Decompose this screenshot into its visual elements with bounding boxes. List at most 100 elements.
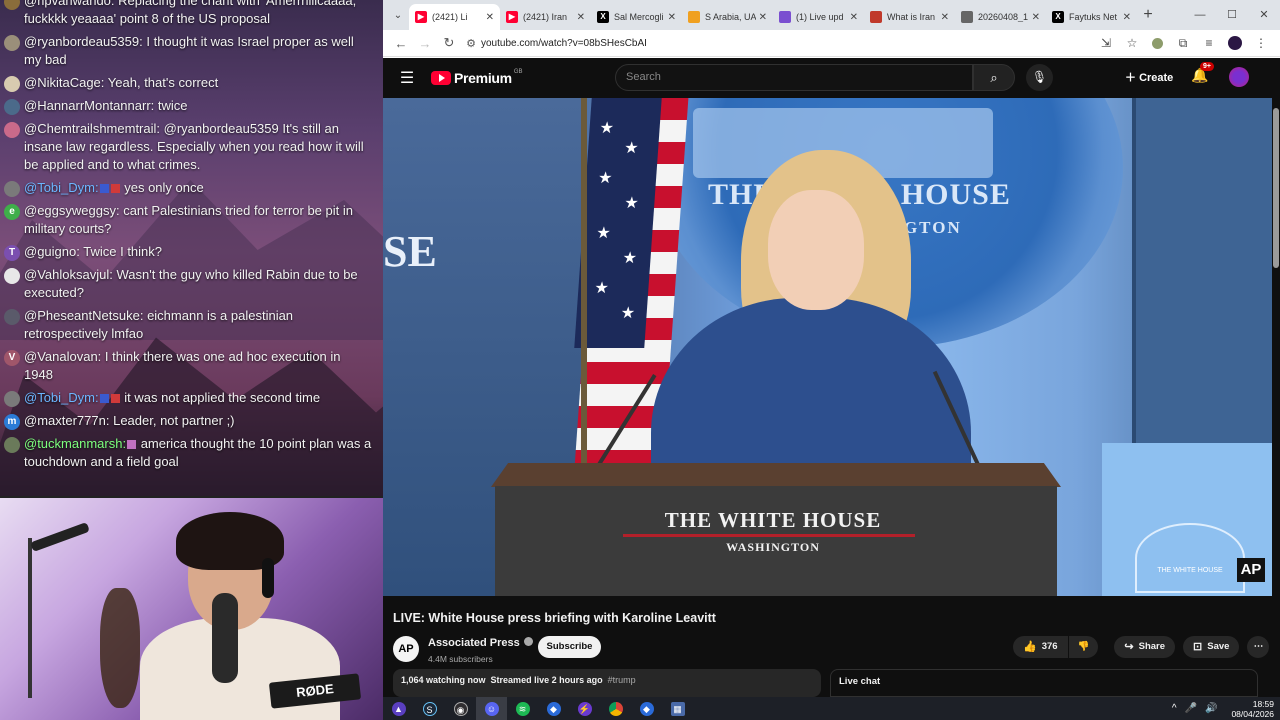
tab-close-icon[interactable]: ✕ [577, 12, 585, 23]
moderator-badge-icon [110, 394, 120, 404]
tab-close-icon[interactable]: ✕ [759, 12, 767, 23]
scrollbar-thumb[interactable] [1273, 108, 1279, 268]
browser-menu-icon[interactable]: ⋮ [1248, 36, 1274, 50]
like-button[interactable]: 👍 376 [1013, 636, 1068, 658]
video-player[interactable]: THE WHITE HOUSE WASHINGTON SE ★★ ★★ ★★ ★… [383, 98, 1272, 596]
account-avatar[interactable] [1229, 67, 1249, 87]
chat-username[interactable]: @tuckmanmarsh: [24, 436, 126, 451]
browser-tab[interactable]: X Sal Mercogli ✕ [591, 4, 682, 30]
chat-text: it was not applied the second time [124, 390, 321, 405]
search-button[interactable]: ⌕ [973, 64, 1015, 91]
browser-tab[interactable]: X Faytuks Net ✕ [1046, 4, 1137, 30]
new-tab-button[interactable]: + [1137, 6, 1159, 24]
chat-username[interactable]: @HannarrMontannarr: [24, 98, 154, 113]
url-field[interactable]: youtube.com/watch?v=08bSHesCbAI [481, 38, 1093, 49]
subscribe-button[interactable]: Subscribe [538, 636, 601, 658]
chrome-icon [608, 701, 623, 716]
install-app-icon[interactable]: ⇲ [1093, 36, 1119, 50]
browser-tab[interactable]: 20260408_1 ✕ [955, 4, 1046, 30]
reload-button[interactable]: ↻ [437, 35, 461, 51]
browser-tab[interactable]: ▶ (2421) Li ✕ [409, 4, 500, 30]
browser-tab[interactable]: ▶ (2421) Iran ✕ [500, 4, 591, 30]
tab-close-icon[interactable]: ✕ [941, 12, 949, 23]
browser-tab[interactable]: (1) Live upd ✕ [773, 4, 864, 30]
clock-date: 08/04/2026 [1231, 708, 1274, 719]
chat-avatar [4, 437, 20, 453]
tray-mic-icon[interactable]: 🎤 [1185, 703, 1197, 714]
share-button[interactable]: ↪ Share [1114, 636, 1176, 658]
tab-search-button[interactable]: ⌄ [387, 4, 409, 26]
taskbar-app-1[interactable]: ▲ [383, 697, 414, 720]
chat-username[interactable]: @maxter777n: [24, 413, 109, 428]
s-favicon-icon [688, 11, 700, 23]
chat-username[interactable]: @PheseantNetsuke: [24, 308, 143, 323]
taskbar-obs[interactable]: ◉ [445, 697, 476, 720]
chat-username[interactable]: @eggsyweggsy: [24, 203, 120, 218]
chat-username[interactable]: @ryanbordeau5359: [24, 34, 143, 49]
headphones [262, 558, 274, 598]
taskbar-discord[interactable]: ☺ [476, 697, 507, 720]
tab-close-icon[interactable]: ✕ [1032, 12, 1040, 23]
tray-chevron-icon[interactable]: ^ [1172, 703, 1177, 714]
taskbar-spotify[interactable]: ≋ [507, 697, 538, 720]
notifications-button[interactable]: 🔔 9+ [1191, 62, 1214, 84]
hashtag-link[interactable]: #trump [608, 675, 636, 685]
forward-button[interactable]: → [413, 36, 437, 51]
chat-message-text: @tuckmanmarsh: america thought the 10 po… [24, 435, 373, 471]
voice-search-button[interactable]: 🎙 [1026, 64, 1053, 91]
chat-username[interactable]: @ripvanwando: [24, 0, 115, 8]
hamburger-menu-icon[interactable]: ☰ [383, 68, 431, 88]
chat-avatar [4, 76, 20, 92]
chat-username[interactable]: @NikitaCage: [24, 75, 104, 90]
chat-username[interactable]: @guigno: [24, 244, 80, 259]
chat-username[interactable]: @Tobi_Dym: [24, 390, 99, 405]
browser-tab[interactable]: What is Iran ✕ [864, 4, 955, 30]
chat-overlay: @ripvanwando: Replacing the chant with '… [0, 0, 383, 476]
chat-message-text: @PheseantNetsuke: eichmann is a palestin… [24, 307, 373, 343]
tab-close-icon[interactable]: ✕ [850, 12, 858, 23]
chat-username[interactable]: @Chemtrailshmemtrail: [24, 121, 160, 136]
browser-tab[interactable]: S Arabia, UA ✕ [682, 4, 773, 30]
tab-close-icon[interactable]: ✕ [668, 12, 676, 23]
close-window-button[interactable]: ✕ [1248, 0, 1280, 30]
create-button[interactable]: ＋ Create [1117, 65, 1181, 91]
page-scrollbar[interactable] [1273, 98, 1279, 697]
taskbar-chrome[interactable] [600, 697, 631, 720]
bookmark-star-icon[interactable]: ☆ [1119, 36, 1145, 50]
blue-app-icon-2: ◆ [639, 701, 654, 716]
video-actions: 👍 376 👎 ↪ Share ⊡ Save ⋯ [1013, 636, 1277, 658]
search-input[interactable]: Search [615, 64, 973, 91]
youtube-logo[interactable]: Premium GB [431, 69, 522, 86]
extensions-puzzle-icon[interactable]: ⧉ [1170, 36, 1196, 51]
clock[interactable]: 18:59 08/04/2026 [1231, 699, 1274, 719]
chat-avatar [4, 181, 20, 197]
taskbar-app-7[interactable]: ⚡ [569, 697, 600, 720]
tab-close-icon[interactable]: ✕ [486, 12, 494, 23]
extension-icon[interactable] [1152, 37, 1163, 49]
media-controls-icon[interactable]: ≡ [1196, 36, 1222, 50]
taskbar-steam[interactable]: S [414, 697, 445, 720]
taskbar-app-9[interactable]: ◆ [631, 697, 662, 720]
chat-username[interactable]: @Vanalovan: [24, 349, 101, 364]
channel-name[interactable]: Associated Press [428, 637, 520, 649]
webcam-feed: RØDE [0, 496, 383, 720]
chat-username[interactable]: @Tobi_Dym: [24, 180, 99, 195]
description-box[interactable]: 1,064 watching now Streamed live 2 hours… [393, 669, 821, 697]
site-info-icon[interactable]: ⚙ [461, 37, 481, 50]
taskbar-calculator[interactable]: ▦ [662, 697, 693, 720]
maximize-button[interactable]: ☐ [1216, 0, 1248, 30]
back-button[interactable]: ← [389, 36, 413, 51]
more-actions-button[interactable]: ⋯ [1247, 636, 1270, 658]
save-button[interactable]: ⊡ Save [1183, 636, 1240, 658]
profile-avatar[interactable] [1228, 36, 1242, 50]
tab-close-icon[interactable]: ✕ [1123, 12, 1131, 23]
minimize-button[interactable]: — [1184, 0, 1216, 30]
tray-volume-icon[interactable]: 🔊 [1205, 703, 1217, 714]
taskbar-app-6[interactable]: ◆ [538, 697, 569, 720]
window-controls: — ☐ ✕ [1184, 0, 1280, 30]
youtube-page: ☰ Premium GB Search ⌕ 🎙 ＋ Create 🔔 9+ TH… [383, 58, 1280, 697]
chat-message-text: @guigno: Twice I think? [24, 243, 162, 261]
chat-username[interactable]: @Vahloksavjul: [24, 267, 113, 282]
dislike-button[interactable]: 👎 [1068, 636, 1099, 658]
channel-avatar[interactable]: AP [393, 635, 419, 662]
